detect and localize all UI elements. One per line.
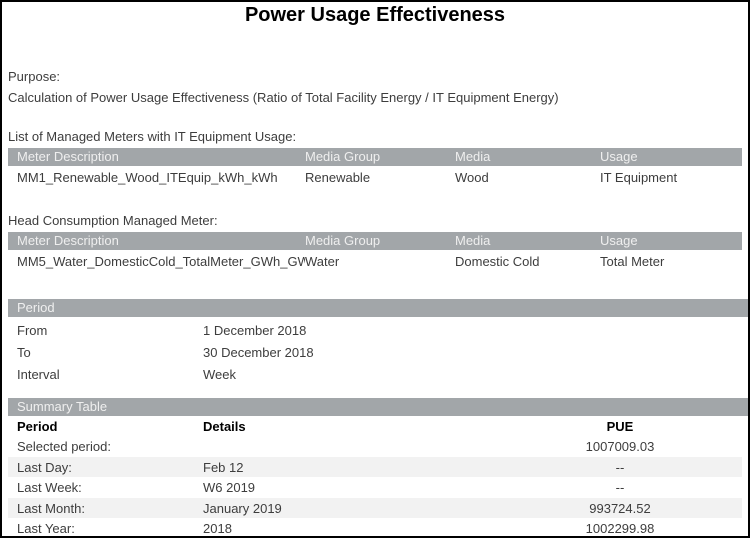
summary-section-bar: Summary Table	[8, 398, 750, 416]
meter-description-cell: MM5_Water_DomesticCold_TotalMeter_GWh_GW…	[8, 250, 305, 274]
period-cell: Last Week:	[8, 480, 203, 495]
details-cell: January 2019	[203, 501, 520, 516]
pue-cell: 993724.52	[520, 501, 720, 516]
column-header-media-group: Media Group	[305, 148, 455, 166]
column-header-media: Media	[455, 232, 600, 250]
details-cell: Feb 12	[203, 460, 520, 475]
pue-cell: --	[520, 460, 720, 475]
meter-description-cell: MM1_Renewable_Wood_ITEquip_kWh_kWh	[8, 166, 305, 190]
pue-report-page: Power Usage Effectiveness Purpose: Calcu…	[0, 0, 750, 538]
table-row: MM1_Renewable_Wood_ITEquip_kWh_kWh Renew…	[8, 166, 742, 190]
purpose-text: Calculation of Power Usage Effectiveness…	[8, 90, 742, 105]
it-meters-caption: List of Managed Meters with IT Equipment…	[8, 129, 742, 144]
pue-cell: 1002299.98	[520, 521, 720, 536]
head-meter-table-header: Meter Description Media Group Media Usag…	[8, 232, 742, 250]
purpose-label: Purpose:	[8, 69, 742, 84]
pue-cell: 1007009.03	[520, 439, 720, 454]
summary-row-selected-period: Selected period: 1007009.03	[8, 436, 742, 457]
details-cell: 2018	[203, 521, 520, 536]
period-field-interval: Interval Week	[8, 364, 742, 386]
usage-cell: IT Equipment	[600, 166, 742, 190]
table-row: MM5_Water_DomesticCold_TotalMeter_GWh_GW…	[8, 250, 742, 274]
summary-header-pue: PUE	[520, 419, 720, 434]
field-label: From	[8, 320, 203, 342]
column-header-usage: Usage	[600, 148, 742, 166]
column-header-meter-description: Meter Description	[8, 232, 305, 250]
head-meter-caption: Head Consumption Managed Meter:	[8, 213, 742, 228]
details-cell: W6 2019	[203, 480, 520, 495]
summary-row-last-week: Last Week: W6 2019 --	[8, 477, 742, 498]
media-cell: Domestic Cold	[455, 250, 600, 274]
column-header-usage: Usage	[600, 232, 742, 250]
media-group-cell: Water	[305, 250, 455, 274]
period-cell: Last Day:	[8, 460, 203, 475]
field-value: 1 December 2018	[203, 320, 742, 342]
period-cell: Last Year:	[8, 521, 203, 536]
media-group-cell: Renewable	[305, 166, 455, 190]
summary-header-row: Period Details PUE	[8, 416, 742, 436]
pue-cell: --	[520, 480, 720, 495]
field-label: Interval	[8, 364, 203, 386]
field-label: To	[8, 342, 203, 364]
period-cell: Selected period:	[8, 439, 203, 454]
field-value: Week	[203, 364, 742, 386]
it-meters-table-header: Meter Description Media Group Media Usag…	[8, 148, 742, 166]
field-value: 30 December 2018	[203, 342, 742, 364]
period-cell: Last Month:	[8, 501, 203, 516]
media-cell: Wood	[455, 166, 600, 190]
summary-header-period: Period	[8, 419, 203, 434]
page-title: Power Usage Effectiveness	[2, 4, 748, 27]
summary-row-last-month: Last Month: January 2019 993724.52	[8, 498, 742, 518]
column-header-meter-description: Meter Description	[8, 148, 305, 166]
period-section-bar: Period	[8, 299, 750, 317]
column-header-media-group: Media Group	[305, 232, 455, 250]
usage-cell: Total Meter	[600, 250, 742, 274]
summary-row-last-day: Last Day: Feb 12 --	[8, 457, 742, 477]
period-field-to: To 30 December 2018	[8, 342, 742, 364]
period-field-from: From 1 December 2018	[8, 320, 742, 342]
column-header-media: Media	[455, 148, 600, 166]
summary-row-last-year: Last Year: 2018 1002299.98	[8, 518, 742, 538]
summary-header-details: Details	[203, 419, 520, 434]
